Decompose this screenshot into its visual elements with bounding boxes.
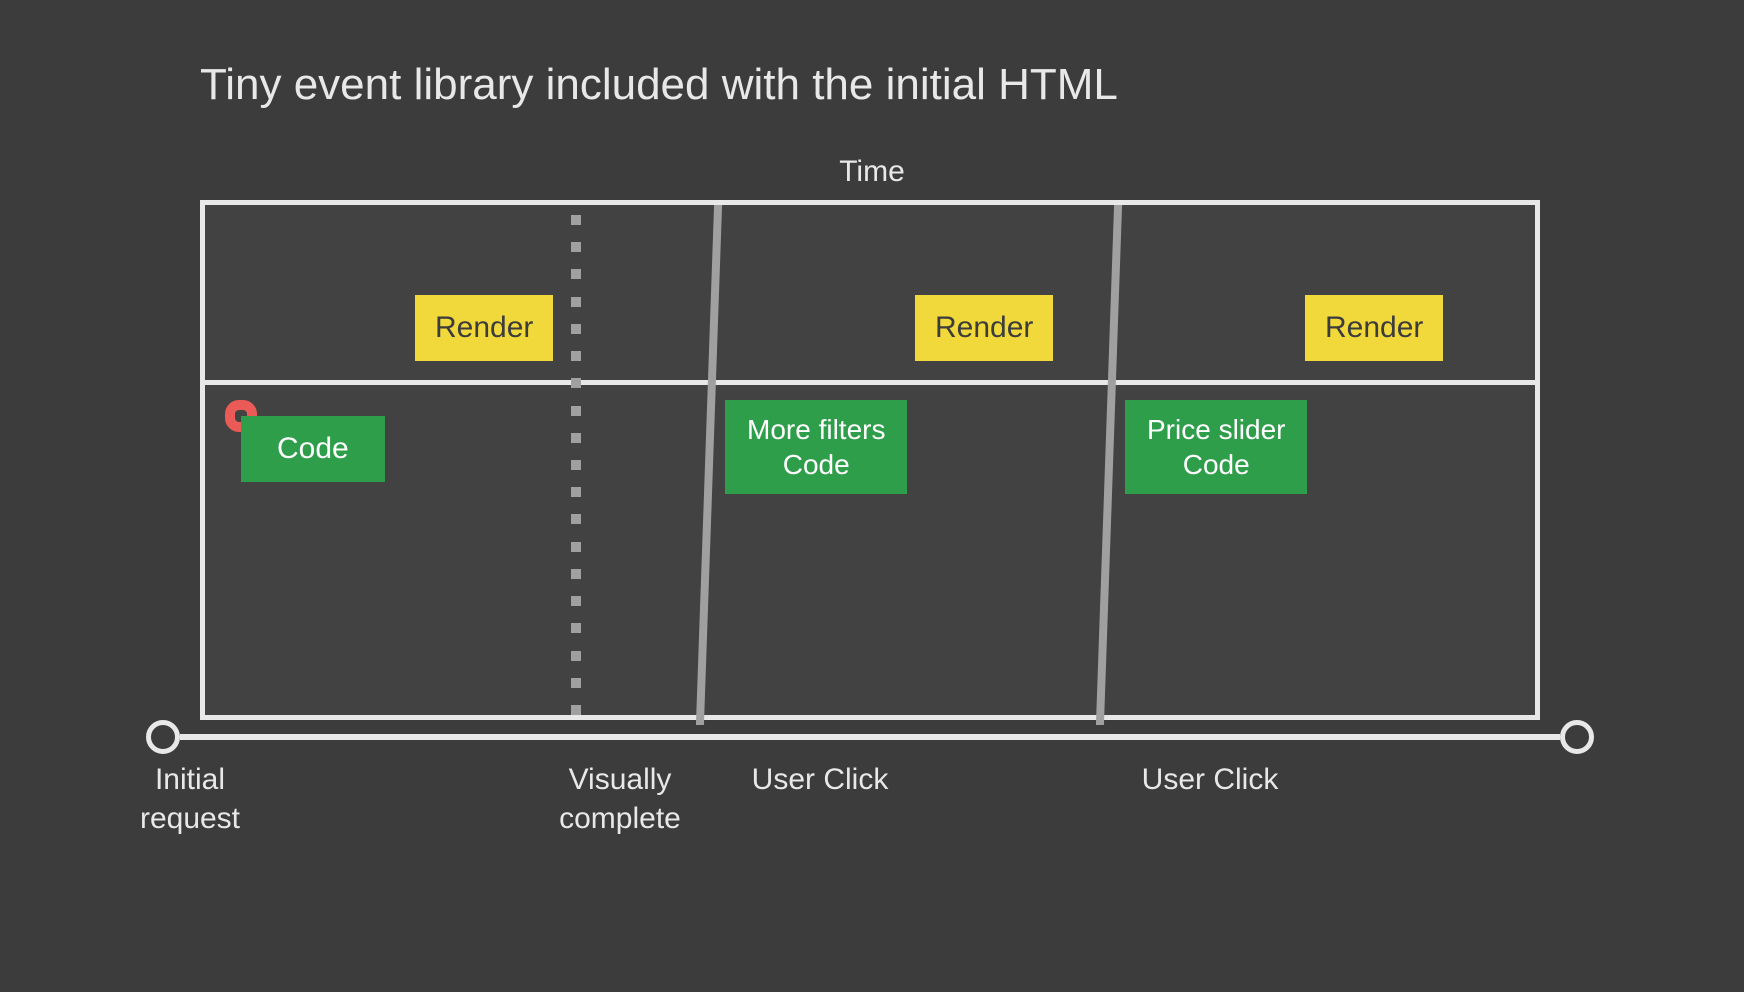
- code-label: Code: [783, 449, 850, 480]
- axis-end-circle: [1560, 720, 1594, 754]
- horizontal-divider: [205, 380, 1535, 385]
- render-box-3: Render: [1305, 295, 1443, 361]
- render-box-2: Render: [915, 295, 1053, 361]
- user-click-label-2: User Click: [1080, 760, 1340, 799]
- initial-request-label: Initial request: [60, 760, 320, 838]
- initial-code-box: Code: [241, 416, 385, 482]
- user-click-marker-1: [696, 205, 722, 725]
- time-axis: [180, 734, 1560, 740]
- diagram-title: Tiny event library included with the ini…: [200, 60, 1118, 110]
- timeline-diagram: Render Render Render Code More filters C…: [200, 200, 1540, 740]
- user-click-label-1: User Click: [690, 760, 950, 799]
- time-axis-label: Time: [839, 155, 905, 189]
- timeline-frame: Render Render Render Code More filters C…: [200, 200, 1540, 720]
- initial-code-highlight: Code: [225, 400, 257, 432]
- code-label: Code: [1183, 449, 1250, 480]
- render-box-1: Render: [415, 295, 553, 361]
- code-label: Price slider: [1147, 414, 1285, 445]
- code-label: More filters: [747, 414, 885, 445]
- more-filters-code-box: More filters Code: [725, 400, 907, 494]
- axis-start-circle: [146, 720, 180, 754]
- price-slider-code-box: Price slider Code: [1125, 400, 1307, 494]
- user-click-marker-2: [1096, 205, 1122, 725]
- visually-complete-marker: [570, 215, 582, 715]
